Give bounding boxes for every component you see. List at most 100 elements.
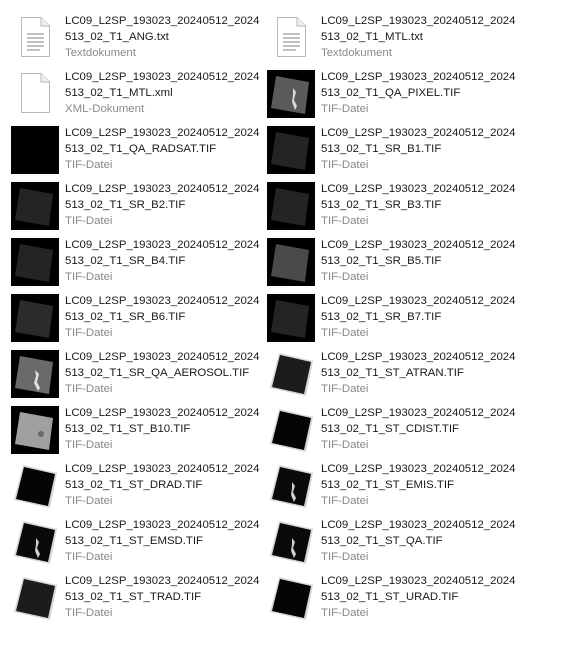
file-item[interactable]: LC09_L2SP_193023_20240512_20240 513_02_T1… [264, 514, 518, 570]
file-type: TIF-Datei [321, 327, 369, 339]
file-item[interactable]: LC09_L2SP_193023_20240512_20240 513_02_T1… [264, 458, 518, 514]
file-name-line2: 513_02_T1_ST_EMIS.TIF [321, 479, 454, 491]
file-label: LC09_L2SP_193023_20240512_20240 513_02_T1… [321, 69, 516, 117]
file-item[interactable]: LC09_L2SP_193023_20240512_20240 513_02_T1… [264, 346, 518, 402]
file-name-line1: LC09_L2SP_193023_20240512_20240 [65, 463, 260, 475]
file-item[interactable]: LC09_L2SP_193023_20240512_20240 513_02_T1… [264, 178, 518, 234]
file-item[interactable]: LC09_L2SP_193023_20240512_20240 513_02_T1… [8, 10, 262, 66]
file-item[interactable]: LC09_L2SP_193023_20240512_20240 513_02_T1… [8, 290, 262, 346]
file-name-line2: 513_02_T1_SR_QA_AEROSOL.TIF [65, 367, 250, 379]
satellite-thumbnail-icon [11, 574, 59, 622]
file-label: LC09_L2SP_193023_20240512_20240 513_02_T1… [65, 517, 260, 565]
file-item[interactable]: LC09_L2SP_193023_20240512_20240 513_02_T1… [8, 122, 262, 178]
file-name-line1: LC09_L2SP_193023_20240512_20240 [65, 71, 260, 83]
file-name-line1: LC09_L2SP_193023_20240512_20240 [321, 183, 516, 195]
file-name-line1: LC09_L2SP_193023_20240512_20240 [65, 15, 260, 27]
file-label: LC09_L2SP_193023_20240512_20240 513_02_T1… [321, 573, 516, 621]
file-name-line2: 513_02_T1_MTL.xml [65, 87, 173, 99]
file-name-line1: LC09_L2SP_193023_20240512_20240 [65, 295, 260, 307]
file-type: TIF-Datei [321, 159, 369, 171]
satellite-thumbnail-icon [267, 350, 315, 398]
file-name-line1: LC09_L2SP_193023_20240512_20240 [321, 407, 516, 419]
satellite-thumbnail-icon [267, 238, 315, 286]
file-type: TIF-Datei [65, 439, 113, 451]
file-item[interactable]: LC09_L2SP_193023_20240512_20240 513_02_T1… [264, 570, 518, 626]
file-type: TIF-Datei [321, 607, 369, 619]
file-item[interactable]: LC09_L2SP_193023_20240512_20240 513_02_T1… [8, 402, 262, 458]
file-name-line1: LC09_L2SP_193023_20240512_20240 [65, 127, 260, 139]
file-type: TIF-Datei [65, 383, 113, 395]
file-type: XML-Dokument [65, 103, 145, 115]
satellite-thumbnail-icon [267, 182, 315, 230]
file-type: TIF-Datei [65, 215, 113, 227]
file-type: TIF-Datei [321, 103, 369, 115]
file-item[interactable]: LC09_L2SP_193023_20240512_20240 513_02_T1… [8, 458, 262, 514]
file-label: LC09_L2SP_193023_20240512_20240 513_02_T1… [65, 573, 260, 621]
file-label: LC09_L2SP_193023_20240512_20240 513_02_T1… [321, 461, 516, 509]
file-name-line2: 513_02_T1_ST_B10.TIF [65, 423, 191, 435]
file-type: Textdokument [65, 47, 136, 59]
file-label: LC09_L2SP_193023_20240512_20240 513_02_T1… [321, 181, 516, 229]
file-name-line2: 513_02_T1_ST_TRAD.TIF [65, 591, 202, 603]
satellite-thumbnail-icon [267, 462, 315, 510]
satellite-thumbnail-icon [267, 518, 315, 566]
file-name-line2: 513_02_T1_SR_B1.TIF [321, 143, 442, 155]
file-type: TIF-Datei [65, 271, 113, 283]
file-label: LC09_L2SP_193023_20240512_20240 513_02_T1… [321, 517, 516, 565]
file-name-line1: LC09_L2SP_193023_20240512_20240 [321, 463, 516, 475]
file-label: LC09_L2SP_193023_20240512_20240 513_02_T1… [65, 13, 260, 61]
file-type: TIF-Datei [321, 439, 369, 451]
file-item[interactable]: LC09_L2SP_193023_20240512_20240 513_02_T1… [8, 178, 262, 234]
file-type: TIF-Datei [321, 271, 369, 283]
file-label: LC09_L2SP_193023_20240512_20240 513_02_T1… [65, 461, 260, 509]
file-label: LC09_L2SP_193023_20240512_20240 513_02_T1… [65, 181, 260, 229]
file-type: TIF-Datei [321, 215, 369, 227]
satellite-thumbnail-icon [11, 238, 59, 286]
file-name-line2: 513_02_T1_SR_B5.TIF [321, 255, 442, 267]
file-name-line1: LC09_L2SP_193023_20240512_20240 [321, 519, 516, 531]
file-name-line2: 513_02_T1_SR_B6.TIF [65, 311, 186, 323]
file-name-line1: LC09_L2SP_193023_20240512_20240 [65, 239, 260, 251]
satellite-thumbnail-icon [11, 294, 59, 342]
xml-document-icon [11, 70, 59, 118]
satellite-thumbnail-icon [267, 406, 315, 454]
satellite-thumbnail-icon [267, 70, 315, 118]
satellite-thumbnail-icon [267, 574, 315, 622]
satellite-thumbnail-icon [11, 518, 59, 566]
file-item[interactable]: LC09_L2SP_193023_20240512_20240 513_02_T1… [264, 10, 518, 66]
file-label: LC09_L2SP_193023_20240512_20240 513_02_T1… [321, 237, 516, 285]
file-name-line2: 513_02_T1_SR_B7.TIF [321, 311, 442, 323]
file-name-line2: 513_02_T1_ST_DRAD.TIF [65, 479, 203, 491]
file-item[interactable]: LC09_L2SP_193023_20240512_20240 513_02_T1… [8, 514, 262, 570]
file-name-line2: 513_02_T1_SR_B3.TIF [321, 199, 442, 211]
file-type: Textdokument [321, 47, 392, 59]
file-name-line1: LC09_L2SP_193023_20240512_20240 [65, 575, 260, 587]
file-item[interactable]: LC09_L2SP_193023_20240512_20240 513_02_T1… [264, 234, 518, 290]
file-type: TIF-Datei [65, 551, 113, 563]
file-type: TIF-Datei [65, 327, 113, 339]
file-item[interactable]: LC09_L2SP_193023_20240512_20240 513_02_T1… [264, 402, 518, 458]
file-label: LC09_L2SP_193023_20240512_20240 513_02_T1… [65, 125, 260, 173]
file-type: TIF-Datei [321, 495, 369, 507]
satellite-thumbnail-icon [11, 406, 59, 454]
file-list: LC09_L2SP_193023_20240512_20240 513_02_T1… [8, 10, 518, 626]
file-name-line1: LC09_L2SP_193023_20240512_20240 [65, 183, 260, 195]
file-item[interactable]: LC09_L2SP_193023_20240512_20240 513_02_T1… [264, 122, 518, 178]
file-item[interactable]: LC09_L2SP_193023_20240512_20240 513_02_T1… [264, 290, 518, 346]
file-item[interactable]: LC09_L2SP_193023_20240512_20240 513_02_T1… [8, 570, 262, 626]
file-item[interactable]: LC09_L2SP_193023_20240512_20240 513_02_T1… [264, 66, 518, 122]
file-name-line2: 513_02_T1_ST_CDIST.TIF [321, 423, 460, 435]
file-name-line1: LC09_L2SP_193023_20240512_20240 [321, 127, 516, 139]
file-name-line2: 513_02_T1_SR_B4.TIF [65, 255, 186, 267]
file-item[interactable]: LC09_L2SP_193023_20240512_20240 513_02_T1… [8, 346, 262, 402]
file-item[interactable]: LC09_L2SP_193023_20240512_20240 513_02_T1… [8, 234, 262, 290]
file-type: TIF-Datei [65, 159, 113, 171]
file-name-line1: LC09_L2SP_193023_20240512_20240 [321, 15, 516, 27]
file-name-line1: LC09_L2SP_193023_20240512_20240 [65, 351, 260, 363]
file-label: LC09_L2SP_193023_20240512_20240 513_02_T1… [65, 405, 260, 453]
file-name-line2: 513_02_T1_MTL.txt [321, 31, 423, 43]
file-type: TIF-Datei [65, 607, 113, 619]
file-item[interactable]: LC09_L2SP_193023_20240512_20240 513_02_T1… [8, 66, 262, 122]
file-name-line1: LC09_L2SP_193023_20240512_20240 [321, 295, 516, 307]
file-name-line2: 513_02_T1_ANG.txt [65, 31, 169, 43]
